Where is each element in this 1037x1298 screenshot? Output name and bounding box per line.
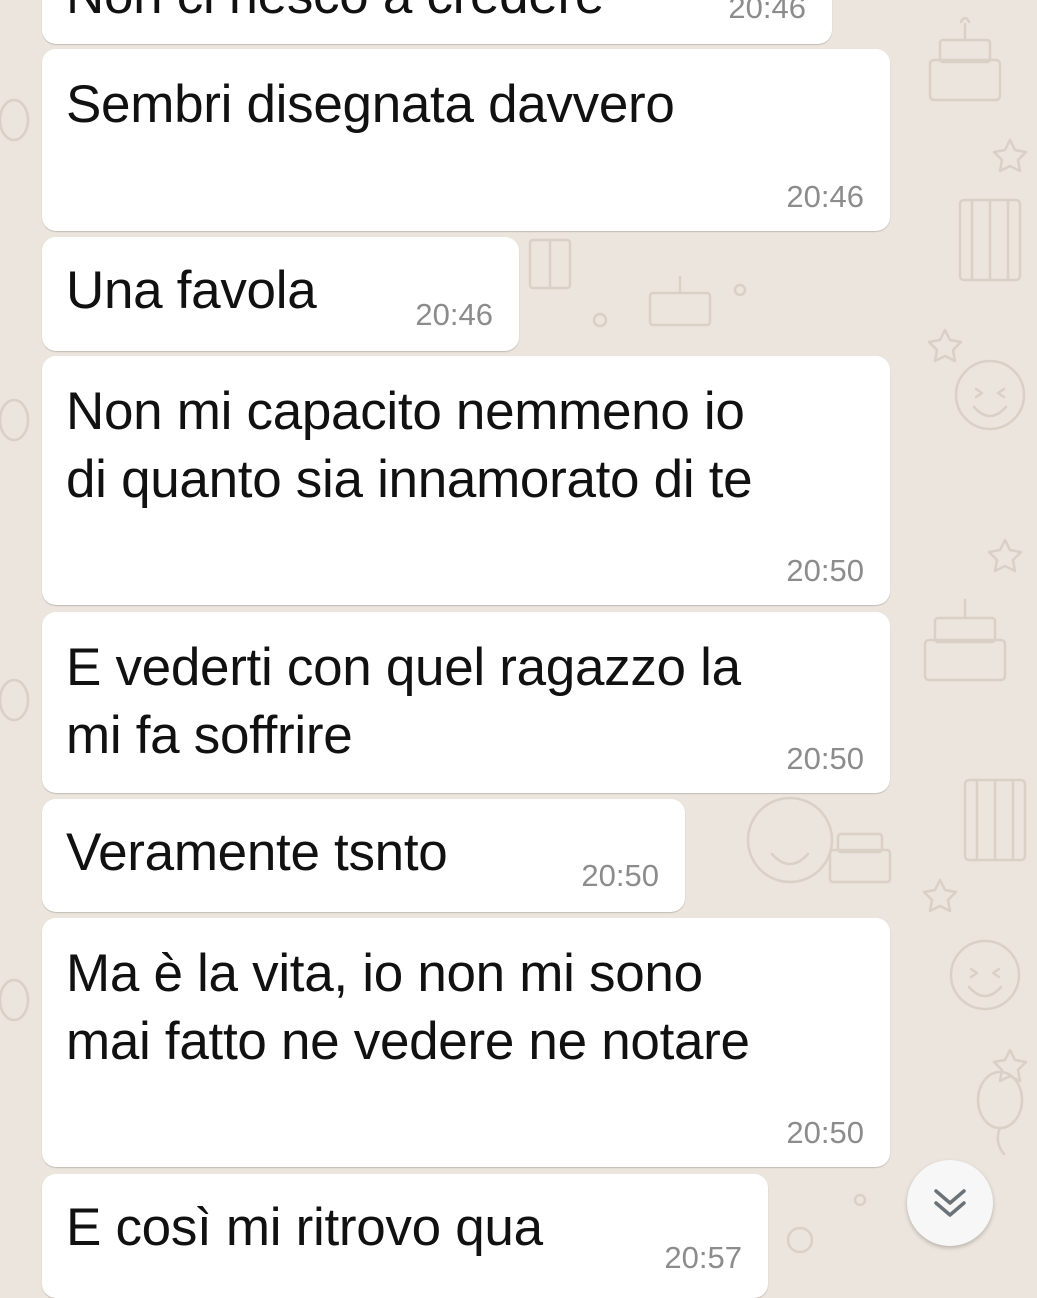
message-text: Una favola [66, 261, 317, 320]
message-timestamp: 20:57 [664, 1240, 742, 1275]
message-text: Non ci riesco a credere [66, 0, 604, 30]
message-text: E vederti con quel ragazzo la mi fa soff… [66, 638, 741, 765]
message-timestamp: 20:46 [415, 297, 493, 332]
message-timestamp: 20:50 [786, 553, 864, 588]
message-timestamp: 20:50 [786, 741, 864, 776]
message-bubble[interactable]: Non mi capacito nemmeno io di quanto sia… [42, 356, 890, 605]
message-timestamp: 20:50 [581, 858, 659, 893]
message-text: Sembri disegnata davvero [66, 75, 675, 134]
message-bubble[interactable]: E vederti con quel ragazzo la mi fa soff… [42, 612, 890, 793]
message-bubble[interactable]: Non ci riesco a credere 20:46 [42, 0, 832, 44]
message-bubble[interactable]: Ma è la vita, io non mi sono mai fatto n… [42, 918, 890, 1167]
message-text: E così mi ritrovo qua [66, 1198, 543, 1257]
message-bubble[interactable]: Sembri disegnata davvero 20:46 [42, 49, 890, 231]
message-bubble[interactable]: E così mi ritrovo qua 20:57 [42, 1174, 768, 1298]
message-list[interactable]: Non ci riesco a credere 20:46 Sembri dis… [0, 0, 1037, 1298]
message-timestamp: 20:46 [786, 179, 864, 214]
double-chevron-down-icon [934, 1189, 966, 1217]
message-bubble[interactable]: Una favola 20:46 [42, 237, 519, 351]
message-timestamp: 20:50 [786, 1115, 864, 1150]
message-text: Ma è la vita, io non mi sono mai fatto n… [66, 944, 750, 1071]
message-text: Veramente tsnto [66, 823, 448, 882]
message-text: Non mi capacito nemmeno io di quanto sia… [66, 382, 753, 509]
message-bubble[interactable]: Veramente tsnto 20:50 [42, 799, 685, 912]
scroll-to-bottom-button[interactable] [907, 1160, 993, 1246]
message-timestamp: 20:46 [728, 0, 806, 25]
